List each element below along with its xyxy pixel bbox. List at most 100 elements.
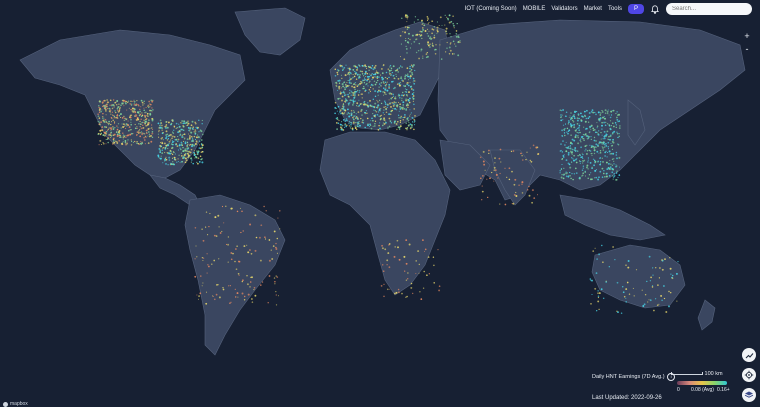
hotspot-dot bbox=[393, 121, 396, 123]
zoom-out-button[interactable]: - bbox=[742, 45, 752, 54]
hotspot-dot bbox=[404, 94, 406, 96]
hotspot-dot bbox=[486, 178, 488, 180]
hotspot-dot bbox=[104, 118, 107, 121]
bell-icon[interactable] bbox=[650, 4, 660, 14]
hotspot-dot bbox=[441, 24, 443, 26]
hotspot-dot bbox=[394, 104, 396, 106]
hotspot-dot bbox=[605, 281, 608, 283]
hotspot-dot bbox=[116, 133, 119, 136]
hotspot-dot bbox=[361, 121, 364, 124]
hotspot-dot bbox=[138, 130, 140, 132]
layers-button[interactable] bbox=[742, 388, 756, 402]
hotspot-dot bbox=[355, 84, 357, 86]
hotspot-dot bbox=[582, 165, 585, 167]
hotspot-dot bbox=[354, 117, 357, 119]
hotspot-dot bbox=[178, 125, 181, 128]
hotspot-dot bbox=[575, 158, 577, 161]
hotspot-dot bbox=[605, 145, 607, 147]
hotspot-dot bbox=[382, 118, 385, 121]
nav-link-tools[interactable]: Tools bbox=[608, 6, 622, 12]
hotspot-dot bbox=[182, 157, 184, 159]
hotspot-dot bbox=[195, 130, 197, 132]
hotspot-dot bbox=[573, 173, 576, 175]
hotspot-dot bbox=[641, 289, 643, 291]
hotspot-dot bbox=[440, 58, 443, 60]
info-icon[interactable]: i bbox=[667, 373, 676, 381]
wallet-button[interactable]: P bbox=[627, 4, 644, 14]
hotspot-dot bbox=[353, 75, 356, 78]
hotspot-dot bbox=[420, 298, 423, 300]
hotspot-dot bbox=[428, 30, 430, 32]
hotspot-dot bbox=[568, 145, 570, 148]
hotspot-dot bbox=[339, 65, 342, 67]
hotspot-dot bbox=[182, 136, 184, 138]
hotspot-dot bbox=[225, 243, 228, 246]
world-map[interactable] bbox=[0, 0, 760, 407]
hotspot-dot bbox=[105, 143, 107, 145]
hotspot-dot bbox=[227, 261, 229, 263]
hotspot-dot bbox=[613, 173, 615, 175]
hotspot-dot bbox=[406, 127, 408, 130]
hotspot-dot bbox=[590, 124, 593, 127]
hotspot-dot bbox=[398, 82, 401, 85]
hotspot-dot bbox=[568, 116, 570, 118]
hotspot-dot bbox=[613, 163, 615, 165]
hotspot-dot bbox=[406, 67, 409, 70]
nav-link-market[interactable]: Market bbox=[584, 6, 602, 12]
hotspot-dot bbox=[161, 127, 164, 130]
hotspot-dot bbox=[576, 127, 579, 130]
hotspot-dot bbox=[103, 125, 106, 128]
hotspot-dot bbox=[439, 16, 442, 19]
hotspot-dot bbox=[113, 115, 116, 118]
hotspot-dot bbox=[199, 292, 202, 295]
trend-icon bbox=[745, 352, 753, 358]
hotspot-dot bbox=[385, 106, 387, 108]
hotspot-dot bbox=[124, 125, 126, 128]
search-input[interactable] bbox=[666, 3, 752, 15]
hotspot-dot bbox=[570, 118, 572, 121]
hotspot-dot bbox=[133, 108, 136, 111]
hotspot-dot bbox=[130, 103, 133, 105]
nav-link-iot[interactable]: IOT (Coming Soon) bbox=[465, 6, 517, 12]
hotspot-dot bbox=[352, 69, 355, 71]
hotspot-dot bbox=[169, 152, 171, 155]
hotspot-dot bbox=[386, 288, 389, 291]
hotspot-dot bbox=[175, 122, 178, 125]
hotspot-dot bbox=[355, 113, 357, 115]
hotspot-dot bbox=[124, 141, 127, 143]
hotspot-dot bbox=[413, 79, 415, 81]
nav-link-validators[interactable]: Validators bbox=[551, 6, 577, 12]
hotspot-dot bbox=[244, 295, 246, 298]
hotspot-dot bbox=[389, 120, 392, 122]
hotspot-dot bbox=[380, 117, 382, 120]
hotspot-dot bbox=[418, 272, 420, 274]
hotspot-dot bbox=[391, 101, 394, 104]
hotspot-dot bbox=[495, 173, 498, 176]
hotspot-dot bbox=[249, 286, 251, 288]
zoom-in-button[interactable]: + bbox=[742, 32, 752, 41]
hotspot-dot bbox=[113, 133, 116, 136]
hotspot-dot bbox=[342, 108, 345, 110]
hotspot-dot bbox=[403, 107, 406, 110]
hotspot-dot bbox=[425, 53, 428, 55]
hotspot-dot bbox=[350, 125, 352, 127]
hotspot-dot bbox=[107, 137, 109, 140]
hotspot-dot bbox=[369, 90, 371, 92]
hotspot-dot bbox=[405, 239, 408, 241]
hotspot-dot bbox=[593, 147, 595, 150]
nav-link-mobile[interactable]: MOBILE bbox=[523, 6, 546, 12]
hotspot-dot bbox=[494, 157, 496, 160]
mapbox-logo[interactable]: mapbox bbox=[3, 401, 28, 407]
hotspot-dot bbox=[396, 104, 399, 107]
hotspot-dot bbox=[353, 111, 356, 114]
legend-tick-0: 0 bbox=[677, 387, 680, 393]
hotspot-dot bbox=[426, 55, 429, 58]
hotspot-dot bbox=[598, 253, 601, 256]
hotspot-dot bbox=[166, 121, 168, 123]
trend-button[interactable] bbox=[742, 348, 756, 362]
hotspot-dot bbox=[272, 245, 275, 247]
locate-button[interactable] bbox=[742, 368, 756, 382]
hotspot-dot bbox=[373, 109, 375, 111]
hotspot-dot bbox=[337, 89, 339, 91]
hotspot-dot bbox=[191, 143, 194, 146]
